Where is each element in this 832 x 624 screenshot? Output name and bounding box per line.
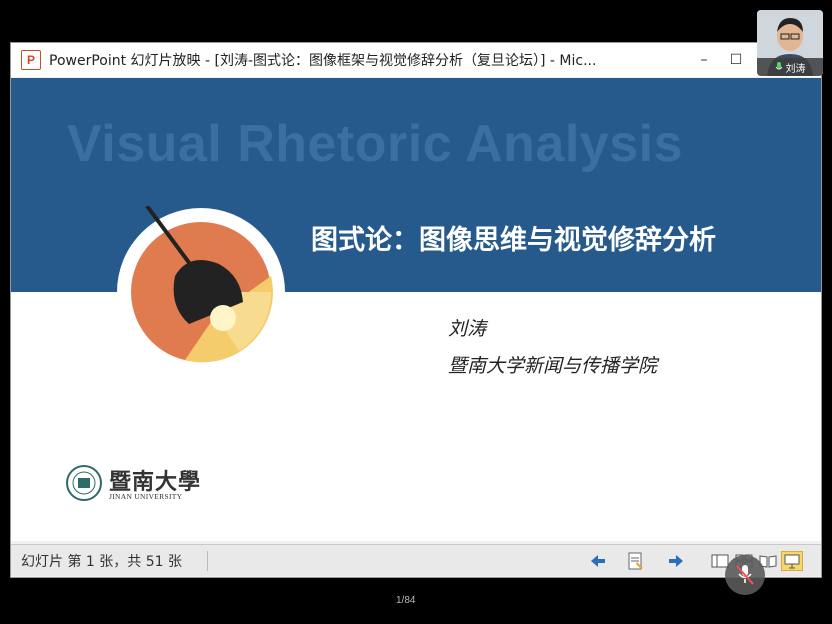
- title-bar: P PowerPoint 幻灯片放映 - [刘涛-图式论：图像框架与视觉修辞分析…: [11, 43, 821, 77]
- participant-label: 刘涛: [757, 58, 823, 76]
- maximize-button[interactable]: ☐: [719, 43, 753, 77]
- notes-icon[interactable]: [625, 551, 647, 571]
- status-bar: 幻灯片 第 1 张，共 51 张: [11, 544, 821, 576]
- powerpoint-icon[interactable]: P: [21, 50, 41, 70]
- university-seal-icon: [66, 465, 102, 501]
- slide-canvas[interactable]: Visual Rhetoric Analysis 图式论：图像思维与视觉修辞分析…: [11, 78, 821, 541]
- page-counter: 1/84: [396, 595, 416, 606]
- slide-counter: 幻灯片 第 1 张，共 51 张: [21, 553, 182, 570]
- mic-muted-icon: [736, 565, 754, 585]
- minimize-button[interactable]: –: [687, 43, 721, 77]
- author-affiliation: 暨南大学新闻与传播学院: [448, 355, 658, 377]
- university-logo-english: JINAN UNIVERSITY: [109, 492, 183, 501]
- participant-name: 刘涛: [785, 63, 806, 75]
- next-icon[interactable]: [665, 551, 687, 571]
- powerpoint-window: P PowerPoint 幻灯片放映 - [刘涛-图式论：图像框架与视觉修辞分析…: [10, 42, 822, 578]
- slide-title: 图式论：图像思维与视觉修辞分析: [311, 225, 716, 256]
- prev-icon[interactable]: [587, 551, 609, 571]
- mute-button[interactable]: [725, 555, 765, 595]
- lamp-icon: [117, 206, 285, 376]
- author-name: 刘涛: [448, 318, 487, 340]
- university-logo: 暨南大學 JINAN UNIVERSITY: [65, 462, 215, 506]
- mic-on-icon: [775, 62, 782, 70]
- participant-video[interactable]: 刘涛: [757, 10, 823, 76]
- window-title: PowerPoint 幻灯片放映 - [刘涛-图式论：图像框架与视觉修辞分析（复…: [49, 53, 597, 69]
- status-divider: [207, 551, 208, 571]
- slide-background-title: Visual Rhetoric Analysis: [67, 115, 684, 173]
- slideshow-view-icon[interactable]: [781, 551, 803, 571]
